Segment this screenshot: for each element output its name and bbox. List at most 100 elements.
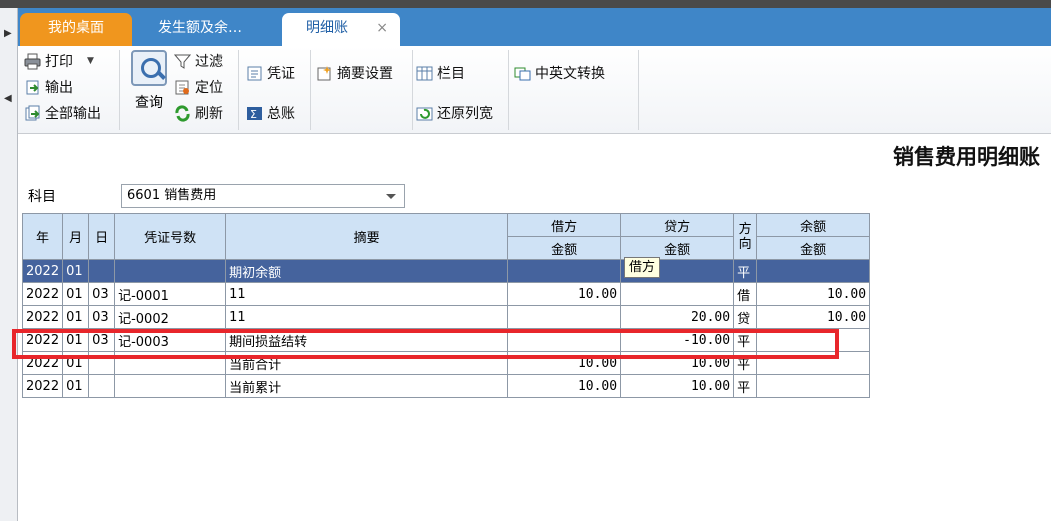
cell-balance [756,374,871,398]
settings-icon [316,65,333,82]
cell-day: 03 [88,282,116,306]
cell-credit [620,282,735,306]
restore-icon [416,105,433,122]
cn-en-switch-button[interactable]: 中英文转换 [514,62,605,84]
col-header-balance[interactable]: 余额 [756,213,871,237]
col-header-debit-amount[interactable]: 金额 [507,236,622,260]
col-header-debit[interactable]: 借方 [507,213,622,237]
ledger-table: 年 月 日 凭证号数 摘要 借方 贷方 方向 余额 金额 金额 金额 2022 … [21,213,871,398]
tooltip-debit: 借方 [624,257,661,278]
summary-settings-button[interactable]: 摘要设置 [316,62,393,84]
locate-icon [174,79,191,96]
highlight-box [12,329,839,359]
cell-balance: 10.00 [756,282,871,306]
tab-detail-ledger-label: 明细账 [306,20,348,36]
refresh-label: 刷新 [195,106,223,122]
col-header-voucher-no[interactable]: 凭证号数 [114,213,227,260]
voucher-label: 凭证 [267,66,295,82]
export-button[interactable]: 输出 [24,76,73,98]
query-button[interactable]: 查询 [126,50,172,112]
col-header-day[interactable]: 日 [88,213,116,260]
cell-voucher[interactable]: 记-0002 [114,305,227,329]
printer-icon [24,53,41,70]
cell-direction: 平 [733,259,758,283]
cell-debit [507,259,622,283]
cell-year: 2022 [21,374,64,398]
refresh-button[interactable]: 刷新 [174,102,223,124]
filter-icon [173,53,192,70]
general-ledger-label: 总账 [267,106,295,122]
cn-en-switch-label: 中英文转换 [535,66,605,82]
col-header-balance-amount[interactable]: 金额 [756,236,871,260]
tab-bar: 我的桌面 发生额及余… 明细账 × [18,8,1051,46]
cell-direction: 贷 [733,305,758,329]
query-label: 查询 [135,95,163,111]
magnifier-icon [131,50,167,86]
cell-credit: 10.00 [620,374,735,398]
dropdown-arrow-icon[interactable]: ▼ [87,56,94,66]
filter-button[interactable]: 过滤 [173,50,223,72]
col-header-month[interactable]: 月 [62,213,90,260]
table-row[interactable]: 2022 01 03 记-0001 11 10.00 借 10.00 [21,282,871,306]
voucher-button[interactable]: 凭证 [246,62,295,84]
col-header-year[interactable]: 年 [21,213,64,260]
table-row-cumulative[interactable]: 2022 01 当前累计 10.00 10.00 平 [21,374,871,398]
toolbar-separator [310,50,311,130]
col-header-direction[interactable]: 方向 [733,213,758,260]
cell-day [88,259,116,283]
export-all-button[interactable]: 全部输出 [24,102,101,124]
cell-voucher[interactable]: 记-0001 [114,282,227,306]
toolbar-separator [412,50,413,130]
cell-year: 2022 [21,282,64,306]
table-row-opening-balance[interactable]: 2022 01 期初余额 平 [21,259,871,283]
toolbar: 打印 ▼ 输出 全部输出 查询 过滤 定位 刷新 凭证 Σ 总账 摘要设置 栏目… [18,46,1051,134]
locate-button[interactable]: 定位 [174,76,223,98]
dropdown-caret-icon[interactable] [386,194,396,199]
tab-my-desktop[interactable]: 我的桌面 [20,13,132,46]
restore-width-label: 还原列宽 [437,106,493,122]
language-icon [514,65,531,82]
toolbar-separator [238,50,239,130]
cell-debit [507,305,622,329]
general-ledger-button[interactable]: Σ 总账 [246,102,295,124]
cell-day [88,374,116,398]
cell-balance [756,259,871,283]
export-icon [24,79,41,96]
print-button[interactable]: 打印 ▼ [24,50,94,72]
cell-direction: 借 [733,282,758,306]
tab-detail-ledger[interactable]: 明细账 × [282,13,400,46]
report-title: 销售费用明细账 [893,145,1040,169]
cell-summary: 当前累计 [225,374,509,398]
summary-settings-label: 摘要设置 [337,66,393,82]
filter-label: 过滤 [195,54,223,70]
tab-amount-balance[interactable]: 发生额及余… [136,13,286,46]
left-collapse-strip[interactable]: ▶ ◀ [0,8,18,521]
toolbar-separator [119,50,120,130]
columns-button[interactable]: 栏目 [416,62,465,84]
cell-voucher[interactable] [114,374,227,398]
col-header-summary[interactable]: 摘要 [225,213,509,260]
cell-summary: 11 [225,305,509,329]
cell-month: 01 [62,259,90,283]
col-header-credit[interactable]: 贷方 [620,213,735,237]
cell-day: 03 [88,305,116,329]
cell-summary: 期初余额 [225,259,509,283]
ledger-icon: Σ [246,105,263,122]
toolbar-separator [508,50,509,130]
cell-summary: 11 [225,282,509,306]
subject-dropdown[interactable]: 6601 销售费用 [121,184,405,208]
cell-direction: 平 [733,374,758,398]
close-icon[interactable]: × [376,13,388,44]
svg-text:Σ: Σ [250,108,257,121]
refresh-icon [174,104,191,122]
collapse-arrow-icon[interactable]: ▶ [4,28,12,39]
restore-width-button[interactable]: 还原列宽 [416,102,493,124]
export-all-label: 全部输出 [45,106,101,122]
table-row[interactable]: 2022 01 03 记-0002 11 20.00 贷 10.00 [21,305,871,329]
subject-value: 6601 销售费用 [127,188,217,203]
cell-voucher[interactable] [114,259,227,283]
scroll-arrow-icon[interactable]: ◀ [4,93,12,104]
cell-balance: 10.00 [756,305,871,329]
toolbar-separator [638,50,639,130]
locate-label: 定位 [195,80,223,96]
